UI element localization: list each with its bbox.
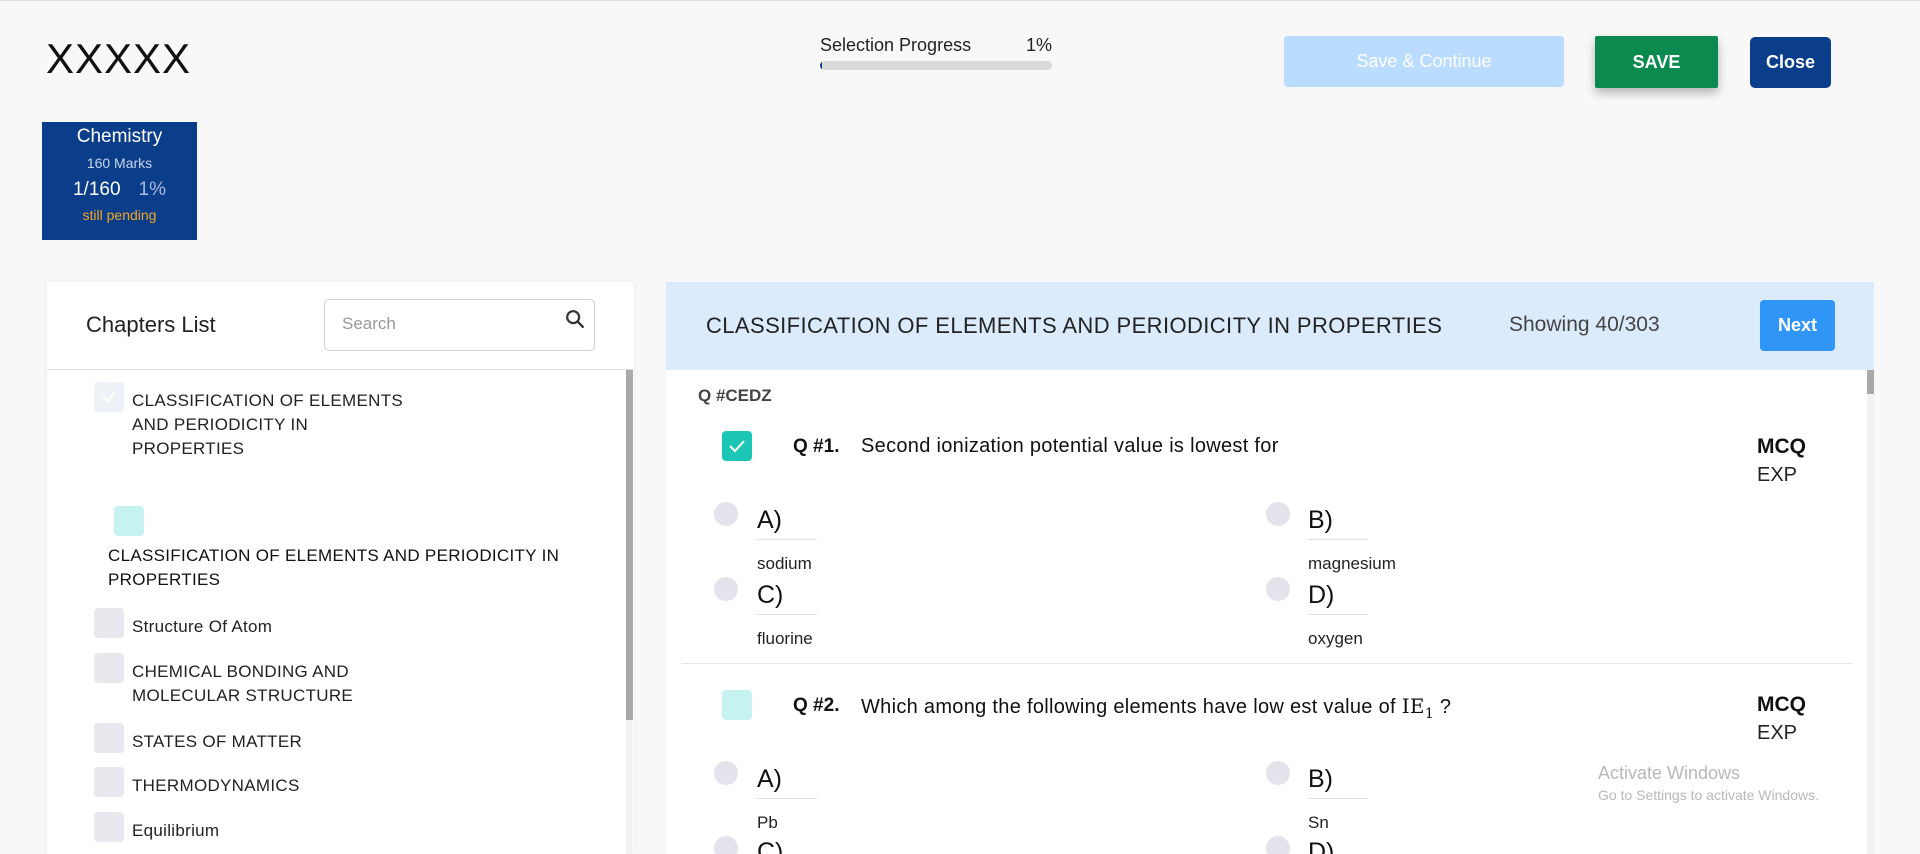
- option-d-letter: D): [1308, 838, 1368, 854]
- option-a-letter: A): [757, 765, 817, 799]
- option-b-letter: B): [1308, 765, 1368, 799]
- chapter-checkbox[interactable]: [94, 812, 124, 842]
- option-c-value: fluorine: [757, 629, 813, 648]
- option-d-radio[interactable]: [1266, 836, 1290, 854]
- chapter-item[interactable]: Equilibrium: [94, 812, 219, 843]
- option-a-value: sodium: [757, 554, 812, 573]
- subject-card-chemistry[interactable]: Chemistry 160 Marks 1/160 1% still pendi…: [42, 122, 197, 240]
- subject-marks: 160 Marks: [86, 155, 153, 171]
- option-d-radio[interactable]: [1266, 577, 1290, 601]
- chapter-item[interactable]: CHEMICAL BONDING AND MOLECULAR STRUCTURE: [94, 653, 353, 708]
- check-icon: [729, 440, 745, 453]
- sub-chapter-label: CLASSIFICATION OF ELEMENTS AND PERIODICI…: [108, 546, 560, 589]
- next-button[interactable]: Next: [1760, 300, 1835, 351]
- chapters-scrollbar-thumb[interactable]: [626, 370, 633, 720]
- chapter-label: CLASSIFICATION OF ELEMENTS AND PERIODICI…: [132, 391, 404, 458]
- option-b-letter: B): [1308, 506, 1368, 540]
- subject-count: 1/160: [72, 179, 121, 200]
- option-a-letter: A): [757, 506, 817, 540]
- question-2-checkbox[interactable]: [722, 690, 752, 720]
- sub-chapter-checkbox[interactable]: [114, 506, 144, 536]
- question-1-exp-link[interactable]: EXP: [1757, 464, 1797, 487]
- search-box[interactable]: [324, 299, 595, 351]
- questions-header: CLASSIFICATION OF ELEMENTS AND PERIODICI…: [666, 282, 1874, 370]
- chapters-list: CLASSIFICATION OF ELEMENTS AND PERIODICI…: [47, 370, 634, 854]
- chapter-item[interactable]: THERMODYNAMICS: [94, 767, 300, 798]
- option-d-value: oxygen: [1308, 629, 1363, 648]
- chapter-label: STATES OF MATTER: [132, 732, 303, 751]
- option-c-radio[interactable]: [714, 577, 738, 601]
- progress-fill: [820, 61, 823, 70]
- progress-bar: [820, 61, 1052, 70]
- question-2-text: Which among the following elements have …: [861, 694, 1452, 722]
- question-divider: [682, 663, 1852, 664]
- chapters-panel: Chapters List CLASSIFICATION OF ELEMENTS…: [47, 282, 634, 854]
- showing-count: Showing 40/303: [1509, 313, 1660, 336]
- progress-percent: 1%: [1025, 35, 1052, 55]
- question-1-number: Q #1.: [793, 436, 840, 457]
- option-b-radio[interactable]: [1266, 761, 1290, 785]
- chapters-list-title: Chapters List: [86, 312, 216, 337]
- close-button[interactable]: Close: [1750, 37, 1831, 88]
- chapter-checkbox[interactable]: [94, 608, 124, 638]
- subject-status: still pending: [82, 207, 157, 223]
- activate-windows-subtitle: Go to Settings to activate Windows.: [1598, 787, 1819, 803]
- option-c-letter: C): [757, 581, 817, 615]
- current-chapter-title: CLASSIFICATION OF ELEMENTS AND PERIODICI…: [706, 313, 1443, 338]
- selection-progress: Selection Progress 1%: [820, 35, 1052, 70]
- option-b-value: magnesium: [1308, 554, 1396, 573]
- sub-chapter-item[interactable]: CLASSIFICATION OF ELEMENTS AND PERIODICI…: [108, 506, 559, 592]
- chapter-checkbox[interactable]: [94, 653, 124, 683]
- chapter-item[interactable]: Structure Of Atom: [94, 608, 272, 639]
- option-a-radio[interactable]: [714, 761, 738, 785]
- subject-name: Chemistry: [76, 126, 163, 147]
- option-b-radio[interactable]: [1266, 502, 1290, 526]
- option-d-letter: D): [1308, 581, 1368, 615]
- questions-scrollbar-thumb[interactable]: [1867, 370, 1874, 394]
- chapter-label: THERMODYNAMICS: [132, 776, 300, 795]
- chapter-checkbox[interactable]: [94, 382, 124, 412]
- chapter-item[interactable]: CLASSIFICATION OF ELEMENTS AND PERIODICI…: [94, 382, 403, 461]
- question-2-type: MCQ: [1757, 693, 1806, 716]
- app-title: XXXXX: [46, 35, 192, 82]
- search-input[interactable]: [342, 314, 552, 334]
- activate-windows-title: Activate Windows: [1598, 763, 1741, 783]
- search-icon[interactable]: [564, 308, 586, 330]
- progress-label: Selection Progress: [820, 35, 972, 55]
- save-button[interactable]: SAVE: [1595, 36, 1718, 88]
- option-b-value: Sn: [1308, 813, 1329, 832]
- chapters-scrollbar[interactable]: [626, 370, 633, 854]
- subject-percent: 1%: [138, 179, 166, 200]
- chapter-checkbox[interactable]: [94, 723, 124, 753]
- option-c-letter: C): [757, 838, 817, 854]
- save-and-continue-button[interactable]: Save & Continue: [1284, 36, 1564, 87]
- option-c-radio[interactable]: [714, 836, 738, 854]
- question-1-checkbox[interactable]: [722, 431, 752, 461]
- chapter-label: CHEMICAL BONDING AND MOLECULAR STRUCTURE: [132, 662, 354, 705]
- question-2-number: Q #2.: [793, 695, 840, 716]
- formula: IE1: [1401, 694, 1435, 722]
- chapter-label: Equilibrium: [132, 821, 220, 840]
- questions-scrollbar[interactable]: [1867, 370, 1874, 854]
- chapter-item[interactable]: STATES OF MATTER: [94, 723, 302, 754]
- check-icon: [102, 391, 116, 403]
- chapter-checkbox[interactable]: [94, 767, 124, 797]
- chapter-label: Structure Of Atom: [132, 617, 273, 636]
- question-1-type: MCQ: [1757, 435, 1806, 458]
- question-1-text: Second ionization potential value is low…: [861, 435, 1279, 457]
- option-a-value: Pb: [757, 813, 778, 832]
- option-a-radio[interactable]: [714, 502, 738, 526]
- question-code: Q #CEDZ: [698, 386, 772, 405]
- question-2-exp-link[interactable]: EXP: [1757, 722, 1797, 745]
